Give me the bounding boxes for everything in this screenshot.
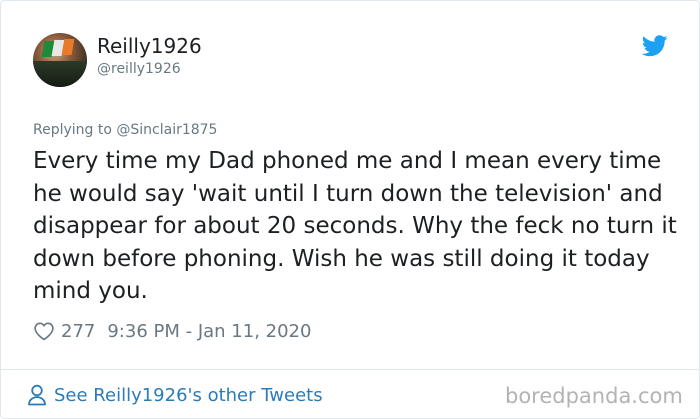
person-icon xyxy=(28,384,46,406)
avatar-flag-orange xyxy=(61,39,75,55)
watermark: boredpanda.com xyxy=(505,384,683,408)
avatar-crowd xyxy=(33,61,87,87)
avatar[interactable] xyxy=(33,33,87,87)
see-other-tweets-label: See Reilly1926's other Tweets xyxy=(54,384,323,406)
heart-icon[interactable] xyxy=(33,320,55,342)
footer-divider xyxy=(1,369,699,370)
see-other-tweets-link[interactable]: See Reilly1926's other Tweets xyxy=(27,383,323,407)
tweet-text: Every time my Dad phoned me and I mean e… xyxy=(33,148,677,304)
tweet-card: Reilly1926 @reilly1926 Replying to @Sinc… xyxy=(0,0,700,419)
author-handle[interactable]: @reilly1926 xyxy=(97,60,181,78)
author-display-name[interactable]: Reilly1926 xyxy=(97,34,202,58)
like-count: 277 xyxy=(61,320,96,342)
reply-context[interactable]: Replying to @Sinclair1875 xyxy=(33,121,217,139)
twitter-bird-icon[interactable] xyxy=(642,35,668,57)
tweet-timestamp[interactable]: 9:36 PM - Jan 11, 2020 xyxy=(107,321,311,342)
tweet-meta: 277 9:36 PM - Jan 11, 2020 xyxy=(33,319,311,343)
